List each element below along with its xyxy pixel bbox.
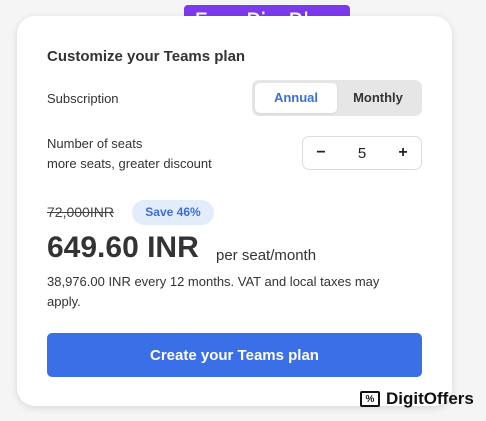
percent-icon: % — [360, 391, 380, 407]
seats-label: Number of seats — [47, 136, 143, 151]
price-unit: per seat/month — [216, 247, 317, 264]
subscription-label: Subscription — [47, 91, 119, 106]
price: 649.60 INR — [47, 231, 199, 264]
monthly-option[interactable]: Monthly — [337, 83, 419, 113]
seats-stepper: − 5 + — [302, 136, 422, 170]
seats-value[interactable]: 5 — [358, 145, 366, 162]
subscription-toggle: Annual Monthly — [252, 80, 422, 116]
billing-note: 38,976.00 INR every 12 months. VAT and l… — [47, 274, 380, 309]
original-price: 72,000INR — [47, 204, 114, 220]
increment-button[interactable]: + — [385, 144, 421, 162]
page-title: Customize your Teams plan — [47, 48, 246, 65]
watermark-logo: % DigitOffers — [360, 389, 474, 409]
create-plan-button[interactable]: Create your Teams plan — [47, 333, 422, 377]
save-badge: Save 46% — [132, 200, 214, 225]
watermark-text: DigitOffers — [386, 389, 474, 408]
decrement-button[interactable]: − — [303, 144, 339, 162]
seats-sublabel: more seats, greater discount — [47, 156, 212, 171]
annual-option[interactable]: Annual — [255, 83, 337, 113]
